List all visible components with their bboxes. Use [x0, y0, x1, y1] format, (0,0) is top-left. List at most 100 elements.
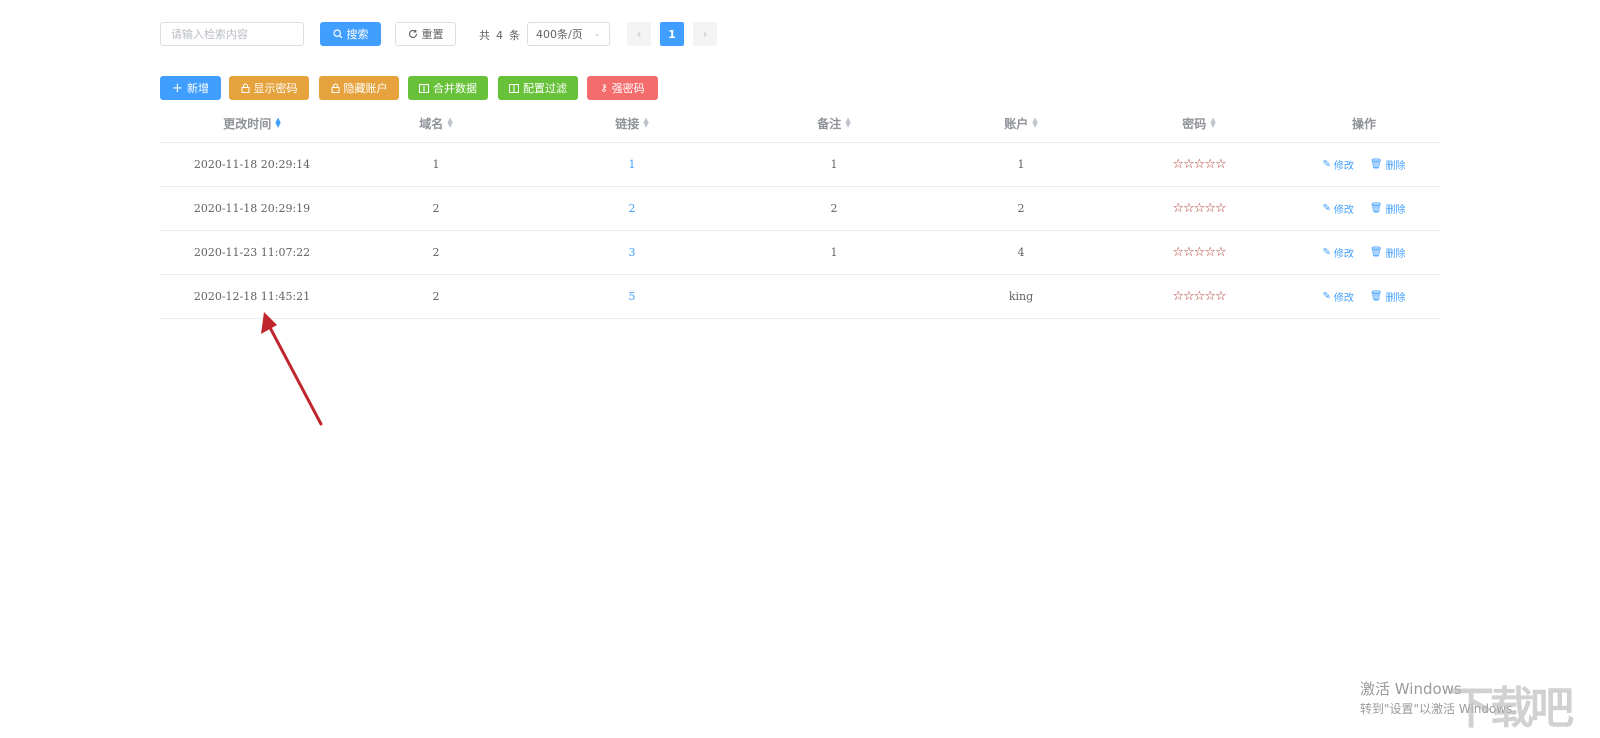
strong-password-button[interactable]: ⚷ 强密码	[587, 76, 658, 100]
table-row: 2020-12-18 11:45:21 2 5 king ☆☆☆☆☆ ✎ 修改 🗑…	[160, 275, 1440, 319]
table-header: 更改时间 ▲ ▼ 域名 ▲ ▼ 链接 ▲ ▼ 备注 ▲ ▼ 账户 ▲ ▼ 密码 ▲ ▼ 操作	[160, 104, 1440, 143]
delete-button[interactable]: 🗑 删除	[1370, 245, 1406, 260]
chevron-down-icon: ⌄	[593, 29, 601, 39]
sort-icon[interactable]: ▲ ▼	[275, 117, 280, 129]
cell-password: ☆☆☆☆☆	[1172, 157, 1226, 172]
page-size-value: 400条/页	[536, 28, 583, 41]
edit-button[interactable]: ✎ 修改	[1322, 245, 1353, 260]
cell-actions: ✎ 修改 🗑 删除	[1288, 201, 1440, 216]
column-header-domain[interactable]: 域名 ▲ ▼	[344, 115, 528, 132]
cell-note: 1	[830, 246, 838, 259]
cell-time: 2020-11-18 20:29:19	[193, 202, 311, 215]
cell-password: ☆☆☆☆☆	[1172, 289, 1226, 304]
cell-account: 4	[1017, 246, 1025, 259]
edit-button[interactable]: ✎ 修改	[1322, 201, 1353, 216]
plus-icon: +	[172, 80, 183, 96]
search-button-label: 搜索	[346, 28, 369, 41]
cell-link[interactable]: 2	[528, 202, 736, 215]
sort-icon[interactable]: ▲ ▼	[1032, 117, 1037, 129]
column-header-time[interactable]: 更改时间 ▲ ▼	[160, 115, 344, 132]
show-password-label: 显示密码	[253, 82, 298, 95]
annotation-arrow-icon	[261, 312, 323, 426]
header-label: 链接	[615, 116, 640, 131]
config-filter-label: 配置过滤	[523, 82, 567, 95]
page-number-label: 1	[668, 27, 676, 41]
trash-icon: 🗑	[1369, 159, 1383, 170]
delete-label: 删除	[1385, 205, 1406, 216]
trash-icon: 🗑	[1369, 291, 1383, 302]
cell-link[interactable]: 3	[528, 246, 736, 259]
chevron-left-icon: ‹	[636, 27, 642, 41]
column-header-account[interactable]: 账户 ▲ ▼	[932, 115, 1110, 132]
delete-button[interactable]: 🗑 删除	[1370, 289, 1406, 304]
sort-icon[interactable]: ▲ ▼	[845, 117, 850, 129]
header-label: 账户	[1004, 116, 1029, 131]
cell-link[interactable]: 5	[528, 290, 736, 303]
edit-button[interactable]: ✎ 修改	[1322, 289, 1353, 304]
edit-button[interactable]: ✎ 修改	[1322, 157, 1353, 172]
hide-account-button[interactable]: 隐藏账户	[319, 76, 399, 100]
search-icon	[332, 29, 342, 39]
cell-link[interactable]: 1	[528, 158, 736, 171]
refresh-icon	[408, 29, 417, 38]
total-suffix: 条	[509, 29, 520, 42]
table-row: 2020-11-23 11:07:22 2 3 1 4 ☆☆☆☆☆ ✎ 修改 🗑 删…	[160, 231, 1440, 275]
sort-icon[interactable]: ▲ ▼	[1210, 117, 1215, 129]
password-table: 更改时间 ▲ ▼ 域名 ▲ ▼ 链接 ▲ ▼ 备注 ▲ ▼ 账户 ▲ ▼ 密码 ▲ ▼ 操作…	[160, 104, 1440, 319]
column-header-link[interactable]: 链接 ▲ ▼	[528, 115, 736, 132]
config-filter-button[interactable]: 配置过滤	[498, 76, 578, 100]
cell-actions: ✎ 修改 🗑 删除	[1288, 289, 1440, 304]
cell-domain: 2	[432, 246, 440, 259]
delete-button[interactable]: 🗑 删除	[1370, 157, 1406, 172]
cell-time: 2020-11-23 11:07:22	[193, 246, 311, 259]
merge-data-button[interactable]: 合并数据	[408, 76, 488, 100]
cell-actions: ✎ 修改 🗑 删除	[1288, 157, 1440, 172]
cell-domain: 2	[432, 202, 440, 215]
merge-data-label: 合并数据	[433, 82, 477, 95]
edit-icon: ✎	[1322, 159, 1331, 170]
column-header-note[interactable]: 备注 ▲ ▼	[736, 115, 932, 132]
column-header-actions: 操作	[1288, 115, 1440, 132]
sort-icon[interactable]: ▲ ▼	[447, 117, 452, 129]
search-button[interactable]: 搜索	[320, 22, 381, 46]
cell-password: ☆☆☆☆☆	[1172, 245, 1226, 260]
show-password-button[interactable]: 显示密码	[229, 76, 309, 100]
header-label: 备注	[817, 116, 842, 131]
delete-label: 删除	[1385, 249, 1406, 260]
header-label: 更改时间	[223, 116, 272, 131]
page-size-select[interactable]: 400条/页 ⌄	[527, 22, 610, 46]
table-row: 2020-11-18 20:29:19 2 2 2 2 ☆☆☆☆☆ ✎ 修改 🗑 删…	[160, 187, 1440, 231]
page-number-button[interactable]: 1	[660, 22, 684, 46]
cell-domain: 1	[432, 158, 440, 171]
key-icon: ⚷	[600, 82, 608, 94]
add-button-label: 新增	[186, 82, 209, 95]
windows-activation-title: 激活 Windows	[1360, 680, 1462, 698]
delete-button[interactable]: 🗑 删除	[1370, 201, 1406, 216]
edit-label: 修改	[1333, 161, 1354, 172]
header-label: 密码	[1182, 116, 1207, 131]
delete-label: 删除	[1385, 293, 1406, 304]
cell-account: 1	[1017, 158, 1025, 171]
header-label: 域名	[419, 116, 444, 131]
columns-icon	[419, 83, 429, 93]
next-page-button[interactable]: ›	[693, 22, 717, 46]
trash-icon: 🗑	[1369, 203, 1383, 214]
cell-account: 2	[1017, 202, 1025, 215]
total-number: 4	[496, 29, 503, 42]
column-header-password[interactable]: 密码 ▲ ▼	[1110, 115, 1288, 132]
search-input[interactable]	[160, 22, 304, 46]
reset-button[interactable]: 重置	[395, 22, 456, 46]
prev-page-button[interactable]: ‹	[627, 22, 651, 46]
edit-icon: ✎	[1322, 203, 1331, 214]
add-button[interactable]: + 新增	[160, 76, 221, 100]
sort-icon[interactable]: ▲ ▼	[643, 117, 648, 129]
strong-password-label: 强密码	[611, 82, 645, 95]
total-prefix: 共	[479, 29, 490, 42]
lock-icon	[331, 83, 339, 93]
edit-label: 修改	[1333, 293, 1354, 304]
cell-note: 1	[830, 158, 838, 171]
lock-icon	[241, 83, 249, 93]
site-watermark-logo: 下载吧	[1450, 683, 1574, 734]
cell-time: 2020-11-18 20:29:14	[193, 158, 311, 171]
edit-icon: ✎	[1322, 291, 1331, 302]
